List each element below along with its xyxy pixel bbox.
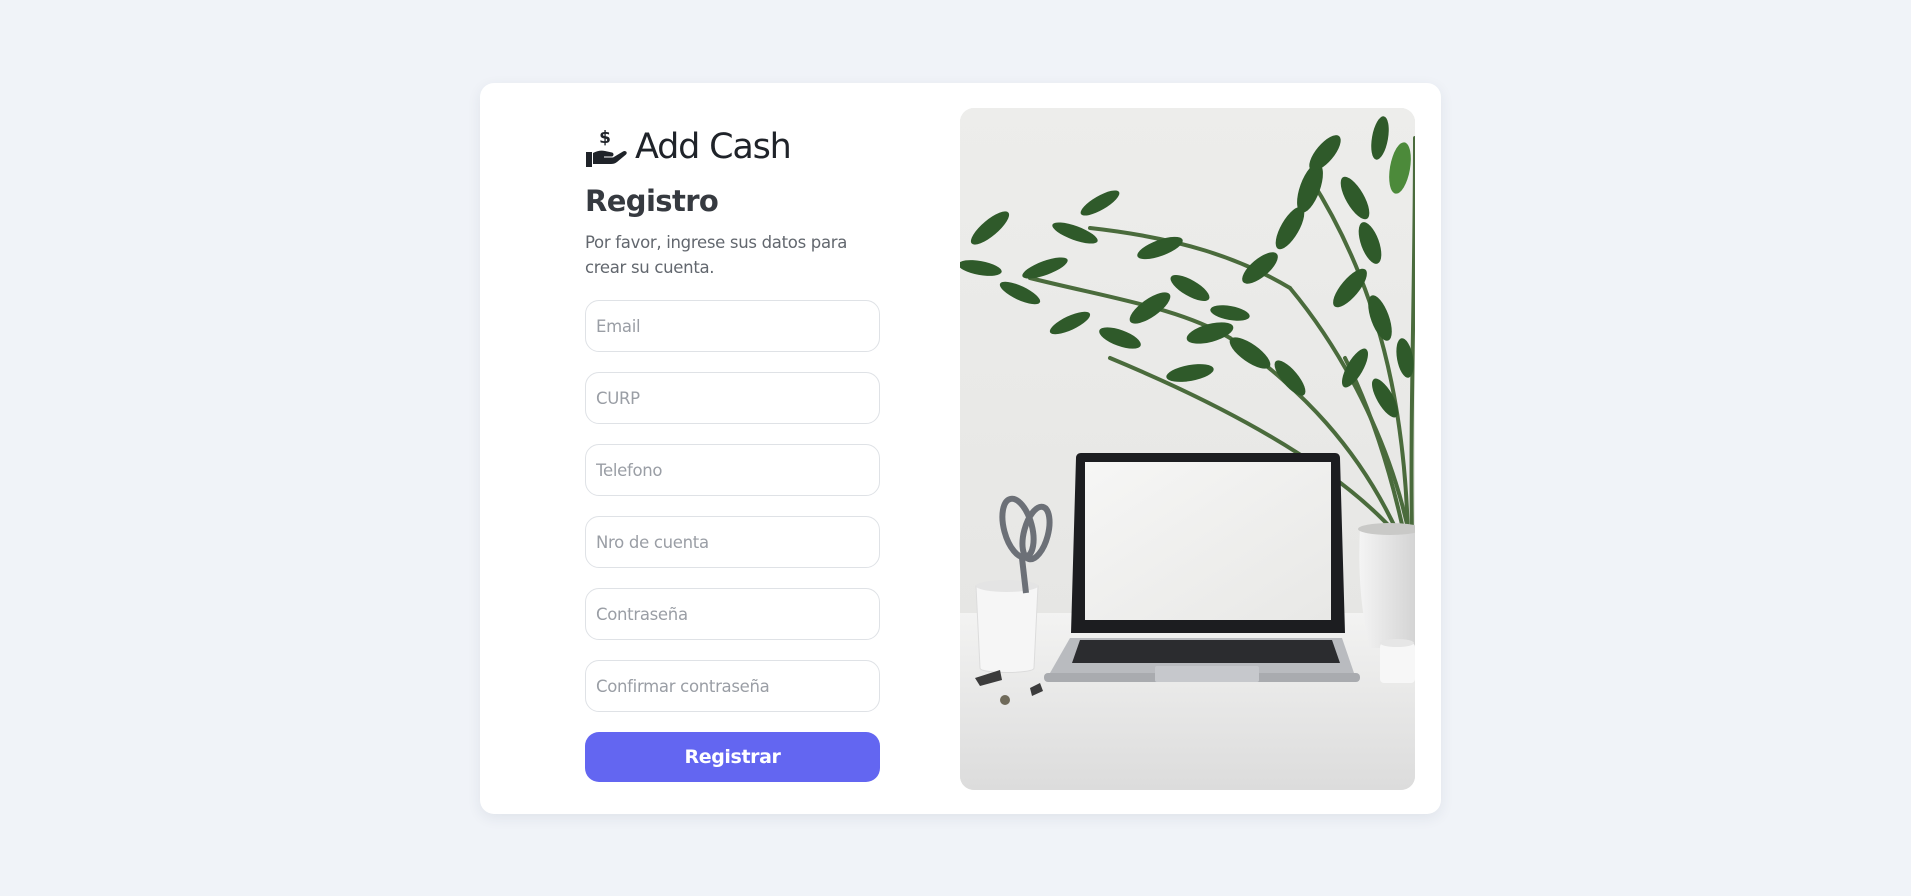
account-number-field[interactable]	[585, 516, 880, 568]
hand-coin-icon: $	[586, 128, 627, 167]
email-field[interactable]	[585, 300, 880, 352]
curp-field[interactable]	[585, 372, 880, 424]
password-field[interactable]	[585, 588, 880, 640]
brand-name: Add Cash	[635, 127, 792, 167]
confirm-password-field[interactable]	[585, 660, 880, 712]
register-form: $ Add Cash Registro Por favor, ingrese s…	[585, 123, 880, 782]
page-title: Registro	[585, 184, 719, 218]
laptop-plant-desk-image	[960, 108, 1415, 790]
form-subtitle: Por favor, ingrese sus datos para crear …	[585, 233, 848, 277]
svg-text:$: $	[599, 128, 611, 148]
register-button[interactable]: Registrar	[585, 732, 880, 782]
brand: $ Add Cash	[585, 123, 880, 171]
register-card: $ Add Cash Registro Por favor, ingrese s…	[480, 83, 1441, 814]
hero-photo-illustration	[960, 108, 1415, 790]
telefono-field[interactable]	[585, 444, 880, 496]
